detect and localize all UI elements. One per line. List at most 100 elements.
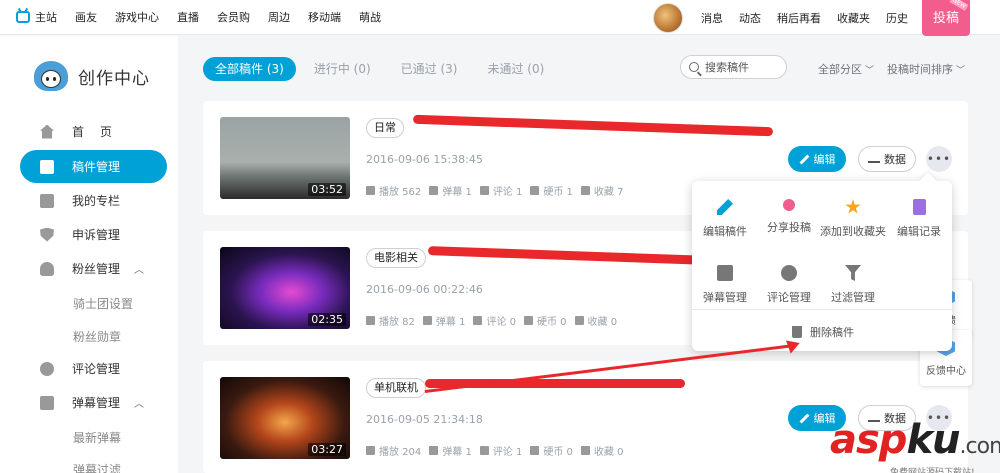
tv-logo-icon [16, 11, 30, 23]
video-stats: 播放 204 弹幕 1 评论 1 硬币 0 收藏 0 [366, 443, 631, 458]
tab-in-progress[interactable]: 进行中 (0) [302, 57, 383, 81]
pulse-icon [868, 155, 880, 163]
stat-coin: 硬币 0 [524, 313, 567, 328]
danmaku-icon [40, 395, 54, 410]
tab-approved[interactable]: 已通过 (3) [389, 57, 470, 81]
more-button[interactable]: ••• [926, 146, 952, 172]
sidebar-subitem-knight-settings[interactable]: 骑士团设置 [73, 295, 133, 312]
nav-watch-later[interactable]: 稍后再看 [769, 0, 829, 35]
data-button[interactable]: 数据 [858, 146, 916, 172]
stat-danmaku: 弹幕 1 [429, 183, 472, 198]
sidebar-item-comments[interactable]: 评论管理 [20, 352, 167, 385]
brand-title: 创作中心 [78, 68, 150, 89]
coin-icon [530, 186, 540, 195]
upload-button[interactable]: 投稿 NEW [922, 0, 970, 36]
pen-icon [799, 413, 809, 423]
popup-share[interactable]: 分享投稿 [756, 199, 822, 235]
danmaku-icon [717, 265, 733, 281]
filter-icon [845, 265, 861, 281]
nav-messages[interactable]: 消息 [693, 0, 731, 35]
video-duration: 03:27 [308, 443, 346, 456]
video-thumbnail[interactable]: 03:52 [220, 117, 350, 199]
sidebar-item-manuscripts[interactable]: 稿件管理 [20, 150, 167, 183]
pen-icon [799, 154, 809, 164]
sidebar-item-danmaku[interactable]: 弹幕管理 ︿ [20, 386, 167, 419]
tab-rejected[interactable]: 未通过 (0) [475, 57, 556, 81]
more-actions-popup: 编辑稿件 分享投稿 添加到收藏夹 编辑记录 弹幕管理 评论管理 过滤管理 删除稿… [692, 181, 952, 351]
document-icon [40, 159, 54, 174]
search-box[interactable] [680, 55, 787, 79]
upload-date: 2016-09-06 15:38:45 [366, 153, 483, 166]
comment-icon [479, 446, 489, 455]
popup-divider [692, 309, 952, 310]
chevron-up-icon[interactable]: ︿ [134, 395, 144, 410]
video-thumbnail[interactable]: 02:35 [220, 247, 350, 329]
tab-all[interactable]: 全部稿件 (3) [203, 57, 296, 81]
nav-mobile[interactable]: 移动端 [299, 0, 350, 35]
sidebar-subitem-fan-medal[interactable]: 粉丝勋章 [73, 328, 121, 345]
nav-live[interactable]: 直播 [168, 0, 208, 35]
user-avatar[interactable] [653, 2, 683, 33]
popup-add-favorite[interactable]: 添加到收藏夹 [820, 199, 886, 239]
popup-comment-manage[interactable]: 评论管理 [756, 265, 822, 305]
nav-dynamics[interactable]: 动态 [731, 0, 769, 35]
category-tag: 电影相关 [366, 248, 426, 268]
redacted-title-mark [412, 114, 774, 137]
comment-icon [40, 361, 54, 376]
popup-edit-manuscript[interactable]: 编辑稿件 [692, 199, 758, 239]
sidebar-item-fans[interactable]: 粉丝管理 ︿ [20, 252, 167, 285]
mascot-logo-icon [32, 57, 70, 95]
danmaku-icon [429, 186, 439, 195]
stat-comment: 评论 1 [479, 183, 522, 198]
sidebar-item-home[interactable]: 首 页 [20, 115, 167, 148]
stat-favorite: 收藏 0 [580, 443, 623, 458]
play-icon [366, 186, 375, 195]
nav-main-site[interactable]: 主站 [0, 0, 66, 35]
stat-comment: 评论 0 [473, 313, 516, 328]
popup-danmaku-manage[interactable]: 弹幕管理 [692, 265, 758, 305]
video-stats: 播放 82 弹幕 1 评论 0 硬币 0 收藏 0 [366, 313, 625, 328]
nav-game-center[interactable]: 游戏中心 [106, 0, 168, 35]
stat-danmaku: 弹幕 1 [429, 443, 472, 458]
stat-favorite: 收藏 7 [580, 183, 623, 198]
stat-coin: 硬币 1 [530, 183, 573, 198]
zone-filter[interactable]: 全部分区 ﹀ [818, 61, 874, 77]
edit-button[interactable]: 编辑 [788, 146, 846, 172]
upload-date: 2016-09-06 00:22:46 [366, 283, 483, 296]
chevron-up-icon[interactable]: ︿ [134, 261, 144, 276]
popup-filter-manage[interactable]: 过滤管理 [820, 265, 886, 305]
comment-icon [781, 265, 797, 281]
stat-play: 播放 562 [366, 183, 421, 198]
top-nav: 主站 画友 游戏中心 直播 会员购 周边 移动端 萌战 消息 动态 稍后再看 收… [0, 0, 1000, 36]
comment-icon [473, 316, 483, 325]
sidebar-item-columns[interactable]: 我的专栏 [20, 184, 167, 217]
comment-icon [479, 186, 489, 195]
chevron-down-icon: ﹀ [956, 66, 966, 76]
nav-member-shop[interactable]: 会员购 [208, 0, 259, 35]
nav-history[interactable]: 历史 [878, 0, 916, 35]
status-tabs: 全部稿件 (3) 进行中 (0) 已通过 (3) 未通过 (0) [203, 57, 562, 81]
site-watermark: aspku.com 免费网站源码下载站! [830, 417, 1000, 473]
nav-painter[interactable]: 画友 [66, 0, 106, 35]
coin-icon [524, 316, 533, 325]
redacted-title-mark [427, 246, 709, 265]
star-icon [845, 199, 861, 214]
nav-moe-battle[interactable]: 萌战 [350, 0, 390, 35]
home-icon [40, 124, 54, 139]
video-duration: 02:35 [308, 313, 346, 326]
favorite-icon [580, 446, 590, 455]
nav-merch[interactable]: 周边 [259, 0, 299, 35]
popup-edit-history[interactable]: 编辑记录 [886, 199, 952, 239]
sidebar-subitem-latest-danmaku[interactable]: 最新弹幕 [73, 429, 121, 446]
search-input[interactable] [705, 60, 775, 74]
top-nav-right: 消息 动态 稍后再看 收藏夹 历史 投稿 NEW [653, 0, 1000, 36]
sort-filter[interactable]: 投稿时间排序 ﹀ [887, 61, 965, 77]
pen-icon [717, 199, 733, 215]
sidebar-subitem-danmaku-filter[interactable]: 弹幕过滤 [73, 461, 121, 473]
sidebar-item-appeals[interactable]: 申诉管理 [20, 218, 167, 251]
stat-comment: 评论 1 [479, 443, 522, 458]
popup-delete-manuscript[interactable]: 删除稿件 [792, 324, 854, 340]
video-thumbnail[interactable]: 03:27 [220, 377, 350, 459]
nav-favorites[interactable]: 收藏夹 [829, 0, 878, 35]
upload-date: 2016-09-05 21:34:18 [366, 413, 483, 426]
